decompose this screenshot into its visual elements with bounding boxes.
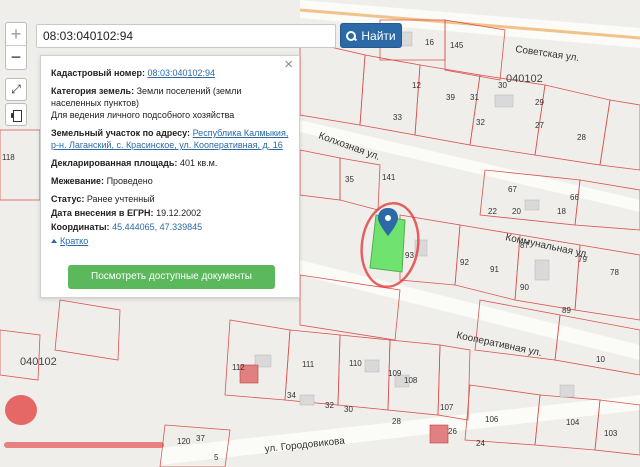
block-label-top: 040102 xyxy=(506,73,543,85)
parcel-number: 91 xyxy=(490,265,499,274)
status-row: Статус: Ранее учтенный xyxy=(51,193,289,205)
survey-row: Межевание: Проведено xyxy=(51,175,289,187)
address-row: Земельный участок по адресу: Республика … xyxy=(51,127,289,151)
parcel-number: 104 xyxy=(566,418,580,427)
parcel-number: 24 xyxy=(476,439,485,448)
parcel-number: 28 xyxy=(392,417,401,426)
caret-up-icon xyxy=(51,239,57,243)
parcel-number: 35 xyxy=(345,175,354,184)
search-button[interactable]: Найти xyxy=(340,23,402,48)
coords-link[interactable]: 45.444065, 47.339845 xyxy=(112,222,202,232)
parcel-number: 103 xyxy=(604,429,618,438)
cadastral-label: Кадастровый номер: xyxy=(51,68,145,78)
parcel-number: 92 xyxy=(460,258,469,267)
parcel-number: 141 xyxy=(382,173,396,182)
parcel-number: 87 xyxy=(520,241,529,250)
expand-icon: ⤢ xyxy=(11,82,21,96)
date-row: Дата внесения в ЕГРН: 19.12.2002 xyxy=(51,207,289,219)
parcel-number: 106 xyxy=(485,415,499,424)
zoom-out-button[interactable]: − xyxy=(6,46,26,69)
survey-value: Проведено xyxy=(106,176,153,186)
parcel-number: 89 xyxy=(562,306,571,315)
parcel-number: 32 xyxy=(476,118,485,127)
status-label: Статус: xyxy=(51,194,85,204)
status-value: Ранее учтенный xyxy=(86,194,155,204)
parcel-number: 20 xyxy=(512,207,521,216)
parcel-number: 30 xyxy=(344,405,353,414)
parcel-number: 27 xyxy=(535,121,544,130)
area-value: 401 кв.м. xyxy=(179,158,218,168)
search-bar: Найти xyxy=(36,23,402,48)
parcel-number: 79 xyxy=(578,255,587,264)
date-value: 19.12.2002 xyxy=(156,208,202,218)
parcel-number: 109 xyxy=(388,369,402,378)
highlighted-building-2 xyxy=(429,424,449,444)
parcel-number: 90 xyxy=(520,283,529,292)
parcel-number: 78 xyxy=(610,268,619,277)
road-kolkhoznaya xyxy=(300,120,640,212)
fullscreen-button[interactable]: ⤢ xyxy=(5,78,27,101)
parcel-number: 10 xyxy=(596,355,605,364)
parcel-number: 16 xyxy=(425,38,434,47)
redaction-line xyxy=(4,442,164,448)
parcel-number: 112 xyxy=(232,363,245,372)
usage-value: Для ведения личного подсобного хозяйства xyxy=(51,110,235,120)
parcel-number: 31 xyxy=(470,93,479,102)
parcel-number: 107 xyxy=(440,403,454,412)
area-label: Декларированная площадь: xyxy=(51,158,178,168)
parcel-number: 12 xyxy=(412,81,421,90)
area-row: Декларированная площадь: 401 кв.м. xyxy=(51,157,289,169)
category-row: Категория земель: Земли поселений (земли… xyxy=(51,85,289,121)
parcel-number: 67 xyxy=(508,185,517,194)
street-sovetskaya: Советская ул. xyxy=(515,44,580,64)
parcel-info-popup: × Кадастровый номер: 08:03:040102:94 Кат… xyxy=(40,55,300,298)
parcel-number: 145 xyxy=(450,41,464,50)
parcel-number: 93 xyxy=(405,251,414,260)
parcel-number: 120 xyxy=(177,437,191,446)
parcel-number: 5 xyxy=(214,453,219,462)
parcel-number: 111 xyxy=(302,360,315,369)
brief-link[interactable]: Кратко xyxy=(60,236,88,246)
parcel-number: 34 xyxy=(287,391,296,400)
search-icon xyxy=(346,30,357,41)
search-input[interactable] xyxy=(36,23,336,48)
view-documents-button[interactable]: Посмотреть доступные документы xyxy=(68,265,275,289)
brief-row: Кратко xyxy=(51,235,289,247)
survey-label: Межевание: xyxy=(51,176,105,186)
parcel-number: 66 xyxy=(570,193,579,202)
parcel-number: 110 xyxy=(349,359,362,368)
street-kooperativnaya: Кооперативная ул. xyxy=(455,330,542,359)
parcel-number: 26 xyxy=(448,427,457,436)
parcel-number: 30 xyxy=(498,81,507,90)
parcel-number: 29 xyxy=(535,98,544,107)
cadastral-row: Кадастровый номер: 08:03:040102:94 xyxy=(51,67,289,79)
parcel-number: 32 xyxy=(325,401,334,410)
print-button[interactable] xyxy=(5,103,27,126)
parcel-number: 33 xyxy=(393,113,402,122)
parcel-number: 108 xyxy=(404,376,418,385)
address-label: Земельный участок по адресу: xyxy=(51,128,191,138)
zoom-in-button[interactable]: + xyxy=(6,23,26,46)
coords-row: Координаты: 45.444065, 47.339845 xyxy=(51,221,289,233)
parcel-number: 22 xyxy=(488,207,497,216)
parcel-number: 28 xyxy=(577,133,586,142)
search-button-label: Найти xyxy=(361,28,396,43)
road-kommunalnaya xyxy=(300,260,640,360)
parcel-number: 118 xyxy=(2,153,15,162)
redaction-mark xyxy=(5,395,37,425)
coords-label: Координаты: xyxy=(51,222,110,232)
date-label: Дата внесения в ЕГРН: xyxy=(51,208,154,218)
parcel-number: 37 xyxy=(196,434,205,443)
close-icon[interactable]: × xyxy=(284,57,293,72)
printer-icon xyxy=(10,109,22,122)
road-gorodovikova xyxy=(160,395,640,465)
zoom-controls: + − xyxy=(5,22,27,70)
parcel-number: 18 xyxy=(557,207,566,216)
block-label-left: 040102 xyxy=(20,356,57,368)
cadastral-number-link[interactable]: 08:03:040102:94 xyxy=(147,68,215,78)
category-label: Категория земель: xyxy=(51,86,135,96)
parcel-number: 39 xyxy=(446,93,455,102)
